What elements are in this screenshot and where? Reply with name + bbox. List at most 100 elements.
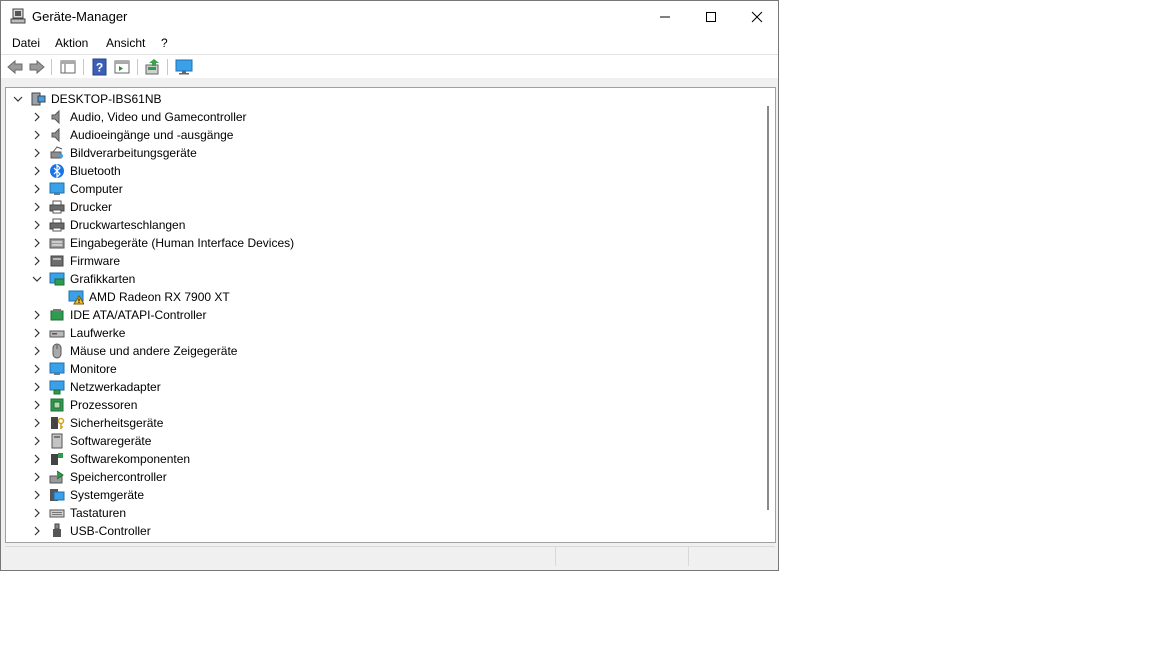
menu-help[interactable]: ?	[161, 36, 168, 50]
device-manager-window: Geräte-Manager Datei Aktion Ansicht ? ? …	[0, 0, 779, 571]
tree-category[interactable]: Speichercontroller	[6, 468, 761, 486]
help-icon[interactable]: ?	[91, 58, 109, 76]
chevron-right-icon[interactable]	[31, 147, 43, 159]
chevron-down-icon[interactable]	[12, 93, 24, 105]
tree-category[interactable]: Grafikkarten	[6, 270, 761, 288]
computer-tower-icon	[31, 92, 46, 106]
tree-item-label: Monitore	[70, 362, 117, 376]
chevron-right-icon[interactable]	[31, 129, 43, 141]
chevron-right-icon[interactable]	[31, 471, 43, 483]
maximize-button[interactable]	[688, 1, 734, 32]
status-cell	[689, 546, 775, 566]
chevron-right-icon[interactable]	[31, 363, 43, 375]
chevron-right-icon[interactable]	[31, 219, 43, 231]
tree-item-label: Tastaturen	[70, 506, 127, 520]
menu-ansicht[interactable]: Ansicht	[106, 36, 145, 50]
menu-datei[interactable]: Datei	[12, 36, 40, 50]
title-bar[interactable]: Geräte-Manager	[1, 1, 778, 32]
toolbar-separator	[167, 59, 168, 75]
chevron-right-icon[interactable]	[31, 165, 43, 177]
tree-category[interactable]: Druckwarteschlangen	[6, 216, 761, 234]
tree-root-computer[interactable]: DESKTOP-IBS61NB	[6, 90, 761, 108]
tree-category[interactable]: Tastaturen	[6, 504, 761, 522]
device-tree-panel[interactable]: DESKTOP-IBS61NB Audio, Video und Gamecont…	[5, 87, 776, 543]
chevron-right-icon[interactable]	[31, 417, 43, 429]
tree-item-label: IDE ATA/ATAPI-Controller	[70, 308, 207, 322]
mouse-icon	[52, 343, 62, 359]
tree-category[interactable]: Laufwerke	[6, 324, 761, 342]
processor-icon	[50, 398, 64, 412]
tree-category[interactable]: Firmware	[6, 252, 761, 270]
tree-item-label: Audio, Video und Gamecontroller	[70, 110, 247, 124]
speaker-icon	[51, 127, 60, 143]
chevron-right-icon[interactable]	[31, 489, 43, 501]
chevron-right-icon[interactable]	[31, 345, 43, 357]
chevron-right-icon[interactable]	[31, 255, 43, 267]
tree-category[interactable]: IDE ATA/ATAPI-Controller	[6, 306, 761, 324]
keyboard-icon	[49, 509, 65, 518]
tree-category[interactable]: Audioeingänge und -ausgänge	[6, 126, 761, 144]
chevron-right-icon[interactable]	[31, 237, 43, 249]
monitor-icon	[49, 182, 65, 195]
tree-category[interactable]: Softwaregeräte	[6, 432, 761, 450]
tree-category[interactable]: Drucker	[6, 198, 761, 216]
tree-item-label: Computer	[70, 182, 123, 196]
tree-item-label: Softwarekomponenten	[70, 452, 191, 466]
tree-category[interactable]: USB-Controller	[6, 522, 761, 540]
toolbar-separator	[83, 59, 84, 75]
chevron-right-icon[interactable]	[31, 309, 43, 321]
tree-category[interactable]: Softwarekomponenten	[6, 450, 761, 468]
status-cell	[556, 546, 689, 566]
tree-category[interactable]: Netzwerkadapter	[6, 378, 761, 396]
tree-item-label: Mäuse und andere Zeigegeräte	[70, 344, 238, 358]
menu-aktion[interactable]: Aktion	[55, 36, 88, 50]
display-adapter-warning-icon	[68, 290, 84, 305]
action-pane-icon[interactable]	[113, 58, 131, 76]
chevron-right-icon[interactable]	[31, 525, 43, 537]
tree-item-label: AMD Radeon RX 7900 XT	[89, 290, 230, 304]
chevron-right-icon[interactable]	[31, 327, 43, 339]
tree-category[interactable]: Sicherheitsgeräte	[6, 414, 761, 432]
scrollbar-thumb[interactable]	[767, 106, 769, 510]
tree-category[interactable]: Eingabegeräte (Human Interface Devices)	[6, 234, 761, 252]
tree-item-label: Bluetooth	[70, 164, 121, 178]
tree-item-label: Systemgeräte	[70, 488, 145, 502]
chevron-right-icon[interactable]	[31, 507, 43, 519]
ide-controller-icon	[50, 309, 64, 321]
drive-icon	[49, 330, 65, 338]
tree-category[interactable]: Prozessoren	[6, 396, 761, 414]
arrow-left-icon[interactable]	[6, 58, 24, 76]
update-driver-icon[interactable]	[144, 58, 162, 76]
chevron-right-icon[interactable]	[31, 183, 43, 195]
minimize-button[interactable]	[642, 1, 688, 32]
toolbar-separator	[137, 59, 138, 75]
tree-category[interactable]: Bildverarbeitungsgeräte	[6, 144, 761, 162]
chevron-right-icon[interactable]	[31, 399, 43, 411]
chevron-right-icon[interactable]	[31, 381, 43, 393]
vertical-scrollbar[interactable]	[761, 88, 775, 542]
chevron-right-icon[interactable]	[31, 201, 43, 213]
tree-category[interactable]: Monitore	[6, 360, 761, 378]
network-adapter-icon	[49, 380, 65, 395]
tree-item-label: DESKTOP-IBS61NB	[51, 92, 162, 106]
tree-device[interactable]: AMD Radeon RX 7900 XT	[6, 288, 761, 306]
tree-category[interactable]: Systemgeräte	[6, 486, 761, 504]
tree-item-label: Speichercontroller	[70, 470, 167, 484]
tree-category[interactable]: Bluetooth	[6, 162, 761, 180]
camera-icon	[50, 146, 63, 159]
toolbar-separator	[51, 59, 52, 75]
monitor-scan-icon[interactable]	[175, 58, 193, 76]
tree-item-label: Laufwerke	[70, 326, 126, 340]
tree-category[interactable]: Audio, Video und Gamecontroller	[6, 108, 761, 126]
chevron-right-icon[interactable]	[31, 111, 43, 123]
chevron-down-icon[interactable]	[31, 273, 43, 285]
tree-category[interactable]: Mäuse und andere Zeigegeräte	[6, 342, 761, 360]
chevron-right-icon[interactable]	[31, 435, 43, 447]
tree-category[interactable]: Computer	[6, 180, 761, 198]
chevron-right-icon[interactable]	[31, 453, 43, 465]
console-tree-icon[interactable]	[59, 58, 77, 76]
tree-item-label: Bildverarbeitungsgeräte	[70, 146, 197, 160]
status-cell	[5, 546, 556, 566]
close-button[interactable]	[734, 1, 778, 32]
arrow-right-icon[interactable]	[28, 58, 46, 76]
